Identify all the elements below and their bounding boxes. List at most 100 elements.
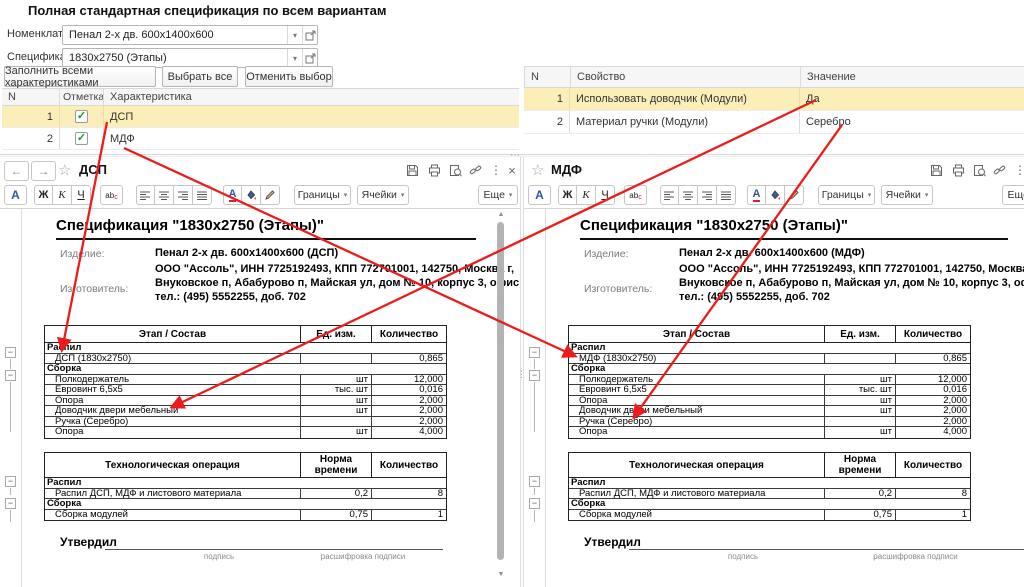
bold-button[interactable]: Ж [34,185,53,205]
table-row[interactable]: Сборка модулей 0,75 1 [45,509,446,520]
table-row[interactable]: ДСП (1830х2750) 0,865 [45,353,446,364]
group-row[interactable]: Распил [569,478,970,489]
pencil-button[interactable] [785,185,804,205]
underline-button[interactable]: Ч [596,185,615,205]
nomenclature-open-icon[interactable] [302,26,317,44]
table-row[interactable]: Распил ДСП, МДФ и листового материала 0,2… [45,488,446,499]
row-checkbox[interactable]: ✓ [75,132,88,145]
cancel-selection-button[interactable]: Отменить выбор [245,66,333,87]
nomenclature-combo[interactable]: Пенал 2-х дв. 600х1400х600 ▾ [62,25,318,45]
select-all-button[interactable]: Выбрать все [162,66,238,87]
font-button[interactable]: А [4,185,27,205]
spec-dropdown-icon[interactable]: ▾ [287,49,302,67]
align-right-button[interactable] [174,185,193,205]
group-row[interactable]: Распил [569,343,970,354]
group-row[interactable]: Распил [45,343,446,354]
table-row[interactable]: Полкодержатель шт 12,000 [569,374,970,385]
pencil-button[interactable] [261,185,280,205]
favorite-star-icon[interactable]: ☆ [58,161,71,179]
italic-button[interactable]: К [53,185,72,205]
table-row[interactable]: Опора шт 2,000 [569,395,970,406]
spec-open-icon[interactable] [302,49,317,67]
align-left-button[interactable] [136,185,155,205]
collapse-group-icon[interactable]: − [5,370,16,381]
close-icon[interactable]: × [504,163,520,177]
back-icon[interactable]: ← [4,161,29,181]
font-button[interactable]: А [528,185,551,205]
text-orientation-button[interactable]: ab c [100,185,123,205]
link-icon[interactable] [991,163,1007,177]
favorite-star-icon[interactable]: ☆ [531,161,544,179]
fill-color-button[interactable] [242,185,261,205]
borders-dropdown[interactable]: Границы ▾ [818,185,875,205]
borders-dropdown[interactable]: Границы ▾ [294,185,351,205]
forward-icon[interactable]: → [31,161,56,181]
italic-button[interactable]: К [577,185,596,205]
characteristic-name: ДСП [110,110,134,123]
save-icon[interactable] [928,163,944,177]
preview-icon[interactable] [447,163,463,177]
table-row[interactable]: Евровинт 6,5х5 тыс. шт 0,016 [569,385,970,396]
table-row[interactable]: Опора шт 4,000 [569,427,970,438]
collapse-group-icon[interactable]: − [529,347,540,358]
group-row[interactable]: Распил [45,478,446,489]
collapse-group-icon[interactable]: − [529,498,540,509]
fill-all-characteristics-button[interactable]: Заполнить всеми характеристиками [4,65,156,89]
cells-dropdown[interactable]: Ячейки ▾ [881,185,933,205]
table-row[interactable]: МДФ (1830х2750) 0,865 [569,353,970,364]
more-kebab-icon[interactable]: ⋮ [1012,163,1024,177]
align-justify-button[interactable] [717,185,736,205]
group-row[interactable]: Сборка [45,364,446,375]
group-row[interactable]: Сборка [569,499,970,510]
align-center-button[interactable] [155,185,174,205]
table-row[interactable]: Ручка (Серебро) 2,000 [45,416,446,427]
collapse-group-icon[interactable]: − [529,370,540,381]
collapse-group-icon[interactable]: − [5,347,16,358]
bold-button[interactable]: Ж [558,185,577,205]
more-dropdown[interactable]: Еще▾ [1002,185,1024,205]
table-row[interactable]: Сборка модулей 0,75 1 [569,509,970,520]
row-checkbox[interactable]: ✓ [75,110,88,123]
align-justify-button[interactable] [193,185,212,205]
font-color-button[interactable]: А [223,185,242,205]
collapse-group-icon[interactable]: − [5,476,16,487]
more-kebab-icon[interactable]: ⋮ [488,163,504,177]
characteristic-row-dsp[interactable]: 1 ✓ ДСП [2,106,519,128]
table-row[interactable]: Доводчик двери мебельный шт 2,000 [569,406,970,417]
doc-title-underline [580,238,1008,240]
characteristic-row-mdf[interactable]: 2 ✓ МДФ [2,128,519,150]
align-right-button[interactable] [698,185,717,205]
property-row-closer[interactable]: 1 Использовать доводчик (Модули) Да [524,88,1024,111]
table-row[interactable]: Опора шт 2,000 [45,395,446,406]
group-row[interactable]: Сборка [569,364,970,375]
print-icon[interactable] [426,163,442,177]
save-icon[interactable] [404,163,420,177]
print-icon[interactable] [950,163,966,177]
property-row-handle[interactable]: 2 Материал ручки (Модули) Серебро [524,111,1024,134]
more-dropdown[interactable]: Еще▾ [478,185,518,205]
collapse-group-icon[interactable]: − [529,476,540,487]
table-row[interactable]: Ручка (Серебро) 2,000 [569,416,970,427]
table-row[interactable]: Полкодержатель шт 12,000 [45,374,446,385]
table-row[interactable]: Евровинт 6,5х5 тыс. шт 0,016 [45,385,446,396]
table-row[interactable]: Доводчик двери мебельный шт 2,000 [45,406,446,417]
cells-dropdown[interactable]: Ячейки ▾ [357,185,409,205]
underline-button[interactable]: Ч [72,185,91,205]
table-row[interactable]: Распил ДСП, МДФ и листового материала 0,2… [569,488,970,499]
preview-icon[interactable] [971,163,987,177]
group-row[interactable]: Сборка [45,499,446,510]
align-center-button[interactable] [679,185,698,205]
text-orientation-button[interactable]: ab c [624,185,647,205]
link-icon[interactable] [467,163,483,177]
scroll-up-icon[interactable]: ▲ [496,211,506,218]
collapse-group-icon[interactable]: − [5,498,16,509]
scroll-down-icon[interactable]: ▼ [496,571,506,578]
stages-table: Этап / Состав Ед. изм. Количество Распил… [44,325,447,439]
nomenclature-dropdown-icon[interactable]: ▾ [287,26,302,44]
align-left-button[interactable] [660,185,679,205]
vertical-scrollbar[interactable] [497,222,504,560]
table-row[interactable]: Опора шт 4,000 [45,427,446,438]
font-color-button[interactable]: А [747,185,766,205]
fill-color-button[interactable] [766,185,785,205]
group-bracket [534,382,535,432]
